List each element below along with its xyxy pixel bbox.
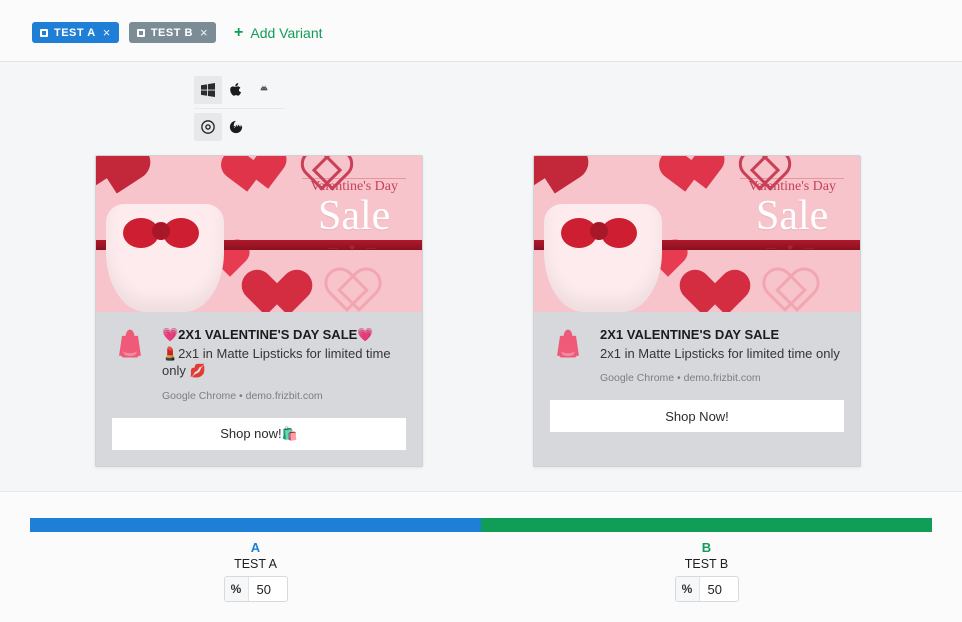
brand-bag-icon — [550, 326, 586, 362]
split-letter-a: A — [30, 540, 481, 555]
notification-body: 2X1 VALENTINE'S DAY SALE 2x1 in Matte Li… — [534, 312, 860, 390]
variant-tab-b-label: TEST B — [151, 27, 193, 39]
close-icon[interactable]: × — [103, 25, 111, 40]
chrome-icon[interactable] — [194, 113, 222, 141]
notification-body: 💗2X1 VALENTINE'S DAY SALE💗 💄2x1 in Matte… — [96, 312, 422, 408]
variant-tab-a-label: TEST A — [54, 27, 96, 39]
split-bar[interactable] — [30, 518, 932, 532]
plus-icon: + — [234, 24, 243, 42]
square-icon — [40, 29, 48, 37]
traffic-split-section: A TEST A % B TEST B % — [0, 491, 962, 622]
notification-subtitle: 💄2x1 in Matte Lipsticks for limited time… — [162, 345, 406, 380]
notification-preview-b: Valentine's Day Sale — ♥ — 2X1 VALENTINE… — [533, 155, 861, 467]
split-letter-b: B — [481, 540, 932, 555]
split-segment-a — [30, 518, 481, 532]
split-segment-b — [481, 518, 932, 532]
percent-icon: % — [676, 577, 700, 601]
pct-input-a-wrap: % — [224, 576, 288, 602]
percent-icon: % — [225, 577, 249, 601]
add-variant-label: Add Variant — [250, 25, 322, 41]
brand-bag-icon — [112, 326, 148, 362]
close-icon[interactable]: × — [200, 25, 208, 40]
variant-tab-b[interactable]: TEST B × — [129, 22, 216, 43]
pct-input-b-wrap: % — [675, 576, 739, 602]
windows-icon[interactable] — [194, 76, 222, 104]
variant-topbar: TEST A × TEST B × + Add Variant — [0, 0, 962, 62]
split-col-b: B TEST B % — [481, 540, 932, 602]
preview-workspace: Valentine's Day Sale — ♥ — 💗2X1 VALENTIN… — [0, 62, 962, 467]
hero-image: Valentine's Day Sale — ♥ — — [534, 156, 860, 312]
hero-sale-text: Sale — [302, 195, 406, 237]
square-icon — [137, 29, 145, 37]
hero-sale-text: Sale — [740, 195, 844, 237]
android-icon[interactable] — [250, 76, 278, 104]
browser-row — [194, 109, 284, 145]
pct-input-a[interactable] — [249, 582, 287, 597]
preview-cards: Valentine's Day Sale — ♥ — 💗2X1 VALENTIN… — [0, 145, 962, 467]
add-variant-button[interactable]: + Add Variant — [234, 24, 322, 42]
firefox-icon[interactable] — [222, 113, 250, 141]
split-col-a: A TEST A % — [30, 540, 481, 602]
split-name-a: TEST A — [30, 557, 481, 571]
hero-text: Valentine's Day Sale — ♥ — — [740, 178, 844, 254]
apple-icon[interactable] — [222, 76, 250, 104]
variant-tab-a[interactable]: TEST A × — [32, 22, 119, 43]
hero-text: Valentine's Day Sale — ♥ — — [302, 178, 406, 254]
notification-subtitle: 2x1 in Matte Lipsticks for limited time … — [600, 345, 844, 363]
cta-button[interactable]: Shop now!🛍️ — [112, 418, 406, 450]
pct-input-b[interactable] — [700, 582, 738, 597]
hero-image: Valentine's Day Sale — ♥ — — [96, 156, 422, 312]
notification-meta: Google Chrome • demo.frizbit.com — [600, 372, 844, 384]
notification-preview-a: Valentine's Day Sale — ♥ — 💗2X1 VALENTIN… — [95, 155, 423, 467]
notification-title: 💗2X1 VALENTINE'S DAY SALE💗 — [162, 326, 406, 344]
notification-meta: Google Chrome • demo.frizbit.com — [162, 390, 406, 402]
preview-toolbar — [194, 72, 284, 145]
os-row — [194, 72, 284, 109]
notification-title: 2X1 VALENTINE'S DAY SALE — [600, 326, 844, 344]
cta-button[interactable]: Shop Now! — [550, 400, 844, 432]
split-name-b: TEST B — [481, 557, 932, 571]
